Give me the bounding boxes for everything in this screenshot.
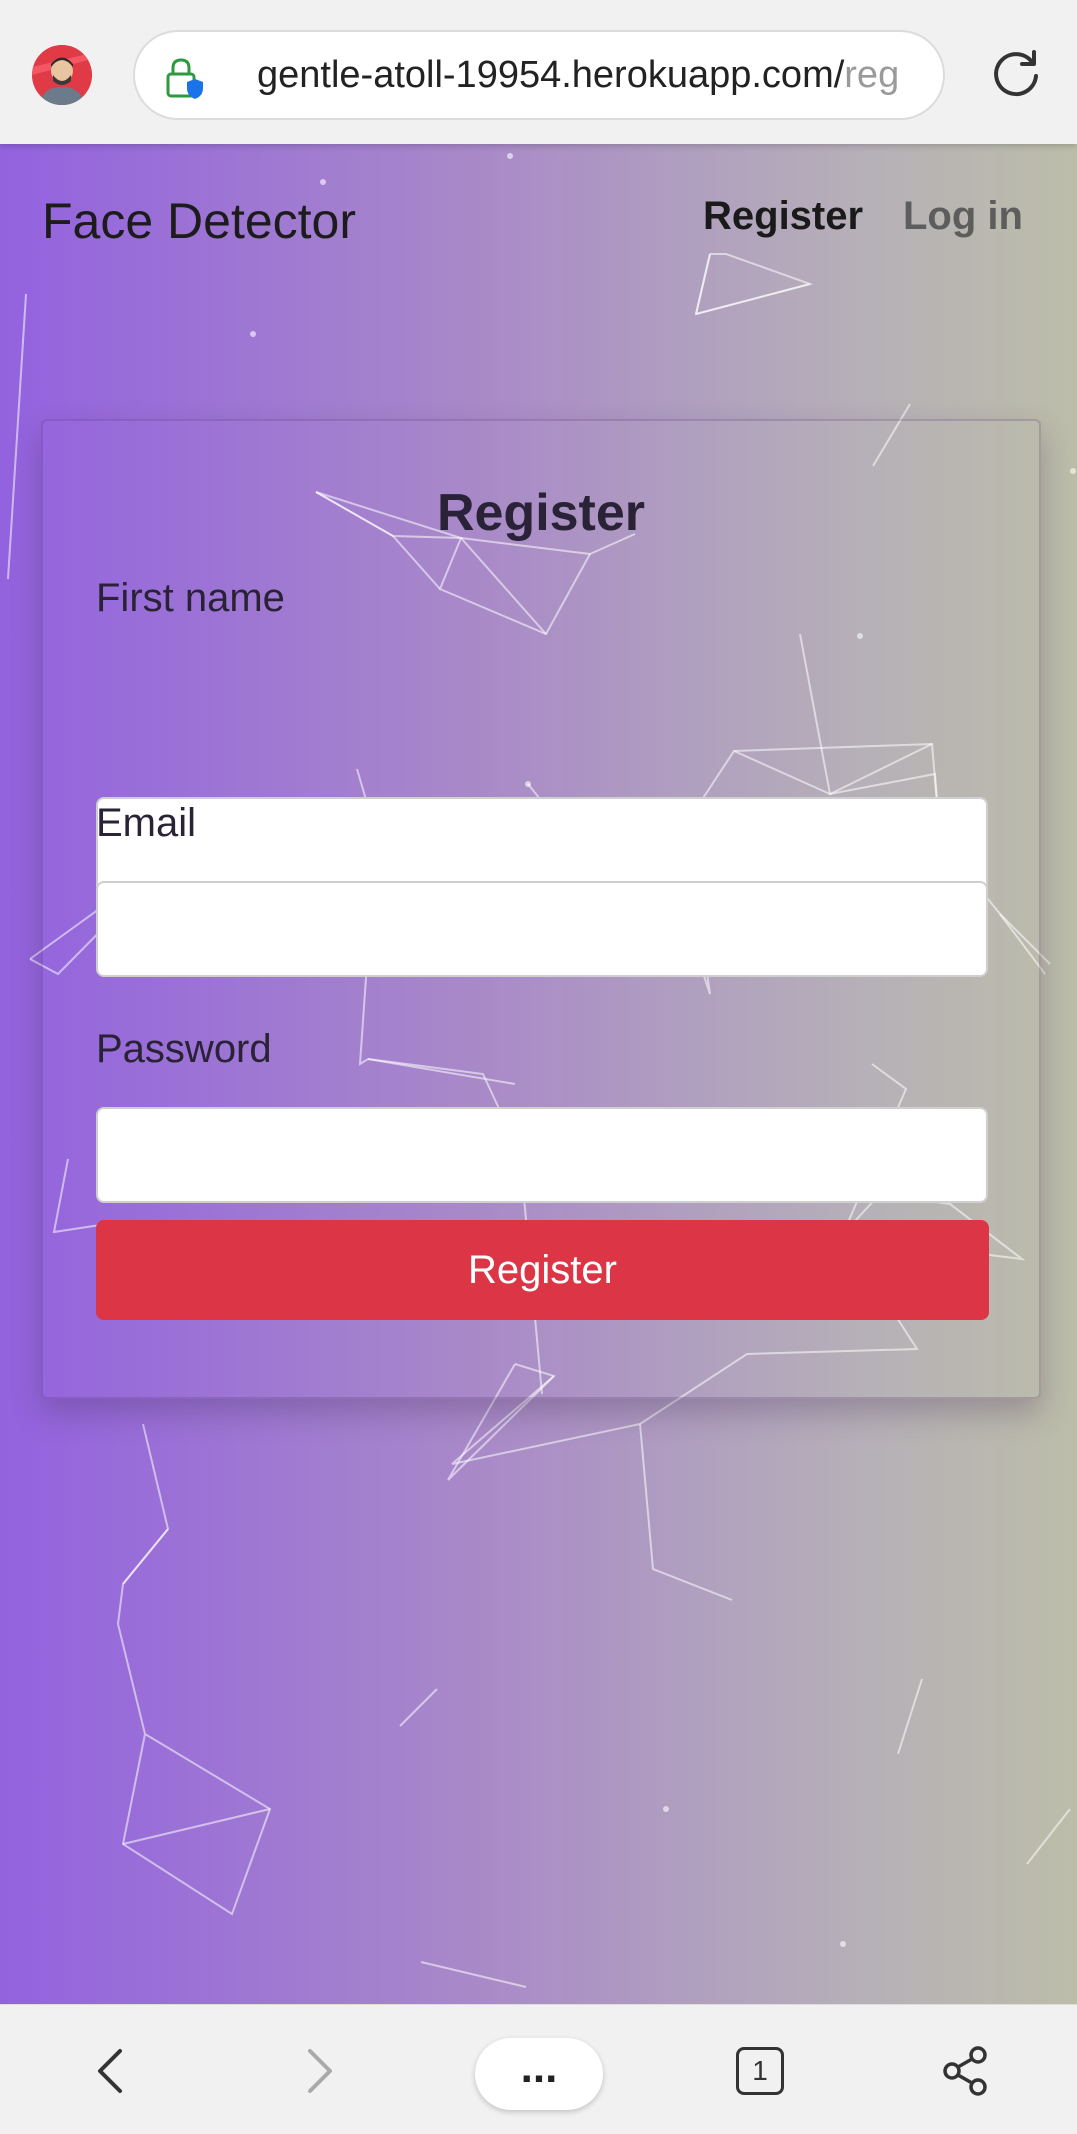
first-name-label: First name (96, 576, 285, 620)
url-main: gentle-atoll-19954.herokuapp.com/ (257, 54, 845, 96)
register-submit-button[interactable]: Register (96, 1220, 989, 1320)
register-card: Register First name Email Password Regis… (41, 419, 1041, 1399)
url-path: reg (844, 54, 900, 96)
page-content: Face Detector Register Log in Register F… (0, 144, 1077, 2004)
browser-top-bar: gentle-atoll-19954.herokuapp.com/reg (0, 0, 1077, 144)
back-arrow-icon[interactable] (86, 2045, 138, 2097)
profile-avatar-icon[interactable] (32, 45, 92, 105)
more-menu-button[interactable]: ... (475, 2038, 603, 2110)
first-name-field[interactable] (96, 797, 988, 893)
form-title: Register (436, 484, 646, 542)
password-field[interactable] (96, 1107, 988, 1203)
secure-lock-icon (166, 58, 203, 99)
nav-register-link[interactable]: Register (703, 194, 863, 239)
brand-name[interactable]: Face Detector (42, 192, 356, 250)
email-label: Email (96, 801, 197, 845)
nav-login-link[interactable]: Log in (903, 194, 1023, 239)
password-label: Password (96, 1027, 272, 1071)
browser-bottom-bar: ... 1 (0, 2004, 1077, 2134)
forward-arrow-icon[interactable] (292, 2045, 344, 2097)
share-icon[interactable] (940, 2045, 992, 2097)
url-text: gentle-atoll-19954.herokuapp.com/reg (257, 54, 917, 97)
tab-count-button[interactable]: 1 (736, 2047, 784, 2095)
reload-icon[interactable] (990, 48, 1042, 100)
email-field[interactable] (96, 881, 988, 977)
address-bar[interactable]: gentle-atoll-19954.herokuapp.com/reg (133, 30, 945, 120)
